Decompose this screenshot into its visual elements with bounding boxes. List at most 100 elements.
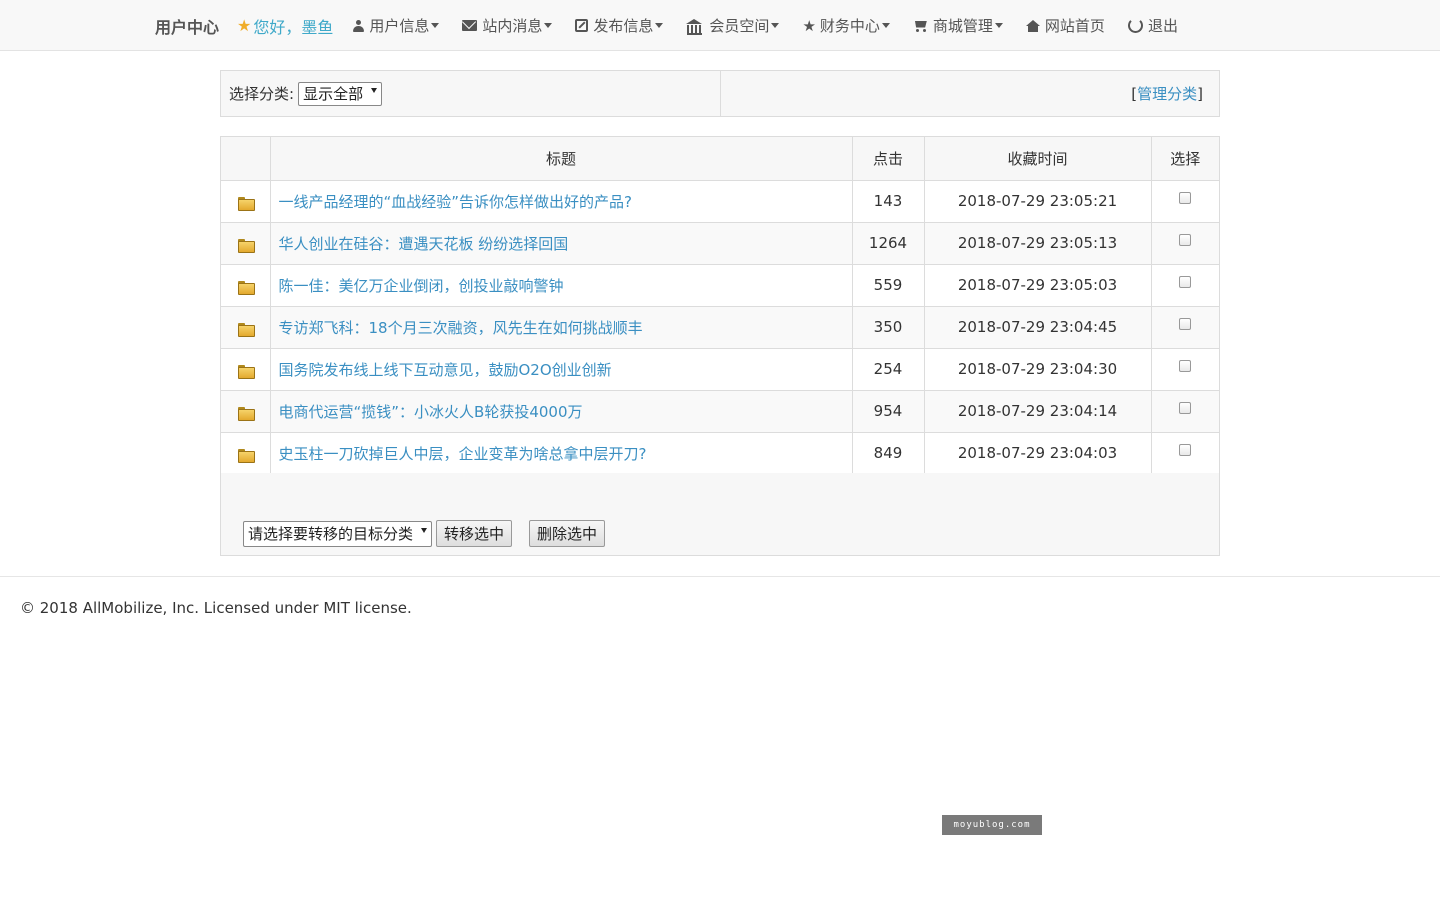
row-icon-cell [221,179,271,223]
row-checkbox[interactable] [1179,234,1192,246]
row-select-cell [1150,221,1219,265]
favorites-table: 标题 点击 收藏时间 选择 一线产品经理的“血战经验”告诉你怎样做出好的产品? … [221,137,1219,475]
cart-icon [913,20,928,32]
header-icon [221,137,271,181]
nav-logout-label: 退出 [1147,17,1178,35]
row-time: 2018-07-29 23:05:13 [923,221,1152,265]
envelope-icon [462,20,478,31]
home-icon [1025,19,1040,32]
row-clicks: 559 [851,263,925,307]
bank-icon [686,18,703,35]
target-category-select-value: 请选择要转移的目标分类 [248,525,414,543]
row-checkbox[interactable] [1179,402,1192,414]
delete-selected-button[interactable]: 删除选中 [529,520,606,547]
caret-down-icon [994,23,1003,28]
user-icon [353,19,365,32]
row-title-cell: 国务院发布线上线下互动意见，鼓励O2O创业创新 [269,347,853,391]
row-clicks: 954 [851,389,925,433]
nav-finance-label: 财务中心 [819,17,880,35]
bulk-actions: 请选择要转移的目标分类 转移选中 删除选中 [243,520,606,547]
nav-logout[interactable]: 退出 [1127,15,1178,36]
row-title-link[interactable]: 电商代运营“揽钱”：小冰火人B轮获投4000万 [279,403,583,421]
nav-user-info-label: 用户信息 [369,17,430,35]
nav-member-space[interactable]: 会员空间 [686,15,780,36]
row-checkbox[interactable] [1179,360,1192,372]
row-title-link[interactable]: 国务院发布线上线下互动意见，鼓励O2O创业创新 [279,361,612,379]
row-clicks: 254 [851,347,925,391]
nav-home[interactable]: 网站首页 [1025,15,1105,36]
nav-publish-label: 发布信息 [593,17,654,35]
nav-member-space-label: 会员空间 [709,17,770,35]
bracket-close: ] [1197,84,1203,103]
row-checkbox[interactable] [1179,318,1192,330]
row-title-cell: 陈一佳：美亿万企业倒闭，创投业敲响警钟 [269,263,853,307]
nav-inner: 用户中心 ★ 您好，墨鱼 用户信息 站内消息 发布信息 会员空间 ★ 财务中心 [155,0,1201,51]
row-title-link[interactable]: 史玉柱一刀砍掉巨人中层，企业变革为啥总拿中层开刀? [279,445,647,463]
caret-down-icon [771,23,780,28]
table-row: 国务院发布线上线下互动意见，鼓励O2O创业创新 254 2018-07-29 2… [221,347,1219,391]
row-time: 2018-07-29 23:04:45 [923,305,1152,349]
category-select-value: 显示全部 [303,85,364,103]
row-title-cell: 华人创业在硅谷：遭遇天花板 纷纷选择回国 [269,221,853,265]
row-title-link[interactable]: 陈一佳：美亿万企业倒闭，创投业敲响警钟 [279,277,564,295]
caret-down-icon [544,23,553,28]
table-row: 专访郑飞科：18个月三次融资，风先生在如何挑战顺丰 350 2018-07-29… [221,305,1219,349]
nav-user-info[interactable]: 用户信息 [353,15,440,36]
table-actions-area: 请选择要转移的目标分类 转移选中 删除选中 [220,473,1220,556]
header-clicks: 点击 [851,137,925,181]
row-select-cell [1150,347,1219,391]
nav-messages[interactable]: 站内消息 [462,15,553,36]
row-icon-cell [221,263,271,307]
nav-messages-label: 站内消息 [482,17,543,35]
row-select-cell [1150,305,1219,349]
row-title-link[interactable]: 华人创业在硅谷：遭遇天花板 纷纷选择回国 [279,235,569,253]
manage-category-link[interactable]: 管理分类 [1137,83,1197,104]
star-icon: ★ [237,16,252,35]
row-clicks: 143 [851,179,925,223]
nav-publish[interactable]: 发布信息 [575,15,664,36]
row-checkbox[interactable] [1179,192,1192,204]
row-icon-cell [221,431,271,475]
row-title-link[interactable]: 专访郑飞科：18个月三次融资，风先生在如何挑战顺丰 [279,319,643,337]
user-greeting[interactable]: ★ 您好，墨鱼 [237,14,333,38]
caret-down-icon [881,23,890,28]
row-title-link[interactable]: 一线产品经理的“血战经验”告诉你怎样做出好的产品? [279,193,633,211]
table-header-row: 标题 点击 收藏时间 选择 [221,137,1219,181]
row-time: 2018-07-29 23:04:14 [923,389,1152,433]
star-icon: ★ [802,16,816,35]
folder-icon [237,449,255,463]
footer-copyright: © 2018 AllMobilize, Inc. Licensed under … [20,599,412,617]
footer-divider [0,576,1440,577]
row-title-cell: 电商代运营“揽钱”：小冰火人B轮获投4000万 [269,389,853,433]
nav-shop-manage-label: 商城管理 [932,17,993,35]
row-select-cell [1150,431,1219,475]
caret-down-icon [655,23,664,28]
power-icon [1127,18,1143,33]
watermark: moyublog.com [942,815,1042,835]
nav-finance[interactable]: ★ 财务中心 [802,15,890,36]
filter-label: 选择分类: [229,85,295,103]
nav-shop-manage[interactable]: 商城管理 [913,15,1003,36]
row-icon-cell [221,347,271,391]
folder-icon [237,365,255,379]
row-time: 2018-07-29 23:04:03 [923,431,1152,475]
row-checkbox[interactable] [1179,444,1192,456]
row-icon-cell [221,389,271,433]
dropdown-arrow-icon [421,528,428,533]
top-navbar: 用户中心 ★ 您好，墨鱼 用户信息 站内消息 发布信息 会员空间 ★ 财务中心 [0,0,1440,51]
caret-down-icon [431,23,440,28]
row-clicks: 849 [851,431,925,475]
row-title-cell: 史玉柱一刀砍掉巨人中层，企业变革为啥总拿中层开刀? [269,431,853,475]
row-select-cell [1150,263,1219,307]
favorites-table-wrap: 标题 点击 收藏时间 选择 一线产品经理的“血战经验”告诉你怎样做出好的产品? … [220,136,1220,475]
category-select[interactable]: 显示全部 [298,81,383,106]
row-time: 2018-07-29 23:05:21 [923,179,1152,223]
dropdown-arrow-icon [371,88,378,93]
move-selected-button[interactable]: 转移选中 [436,520,513,547]
edit-icon [575,19,589,32]
header-title: 标题 [269,137,853,181]
header-time: 收藏时间 [923,137,1152,181]
row-checkbox[interactable] [1179,276,1192,288]
nav-brand[interactable]: 用户中心 [155,14,219,38]
target-category-select[interactable]: 请选择要转移的目标分类 [243,520,433,547]
